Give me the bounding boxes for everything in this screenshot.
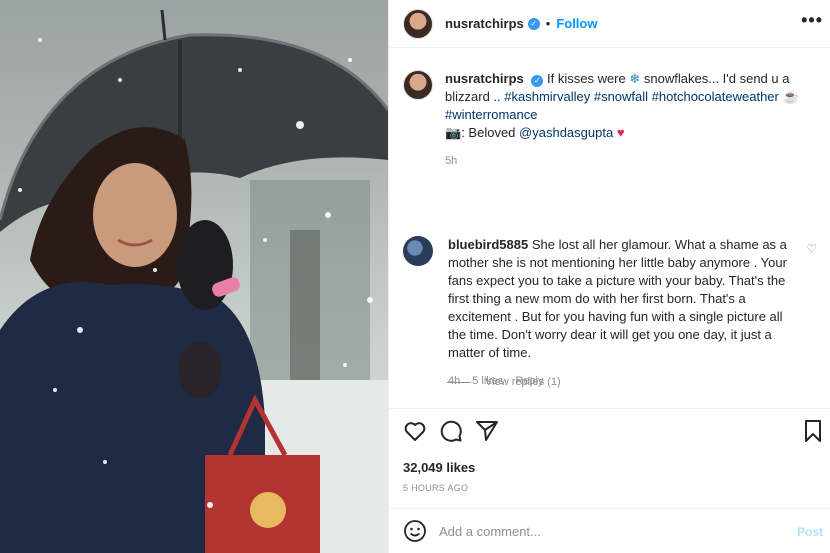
commenter-avatar[interactable]	[403, 236, 433, 266]
verified-badge-icon: ✓	[527, 17, 540, 30]
comment-composer: Post	[389, 508, 830, 553]
caption: nusratchirps ✓ If kisses were ❄ snowflak…	[403, 70, 823, 170]
photo-illustration	[0, 9, 388, 553]
post-photo[interactable]	[0, 0, 388, 553]
author-avatar[interactable]	[403, 8, 433, 39]
caption-text-1: If kisses were	[547, 71, 626, 86]
post-header: nusratchirps ✓ • Follow •••	[389, 0, 830, 48]
hot-drink-emoji-icon: ☕	[782, 89, 799, 104]
camera-emoji-icon: 📷	[445, 125, 462, 140]
caption-hashtags[interactable]: #kashmirvalley #snowfall #hotchocolatewe…	[504, 89, 779, 104]
emoji-smiley-icon[interactable]	[403, 519, 427, 543]
post-detail-panel: nusratchirps ✓ • Follow ••• nusratchirps…	[388, 0, 830, 553]
snowflake-emoji-icon: ❄	[629, 71, 641, 86]
comment-text: She lost all her glamour. What a shame a…	[448, 237, 787, 360]
view-replies-button[interactable]: View replies (1)	[447, 376, 561, 388]
verified-badge-icon: ✓	[531, 75, 544, 87]
action-icons	[403, 419, 499, 443]
replies-divider	[447, 381, 471, 383]
separator-dot: •	[545, 16, 551, 31]
post-timestamp[interactable]: 5 HOURS AGO	[403, 483, 468, 493]
comment-body: bluebird5885 She lost all her glamour. W…	[448, 236, 794, 390]
commenter-username[interactable]: bluebird5885	[448, 237, 528, 252]
author-username[interactable]: nusratchirps	[445, 16, 524, 31]
comment-input[interactable]	[439, 523, 779, 539]
share-paper-plane-icon[interactable]	[475, 419, 499, 443]
comment-item: bluebird5885 She lost all her glamour. W…	[403, 236, 823, 390]
comment-bubble-icon[interactable]	[439, 419, 463, 443]
action-bar: 32,049 likes 5 HOURS AGO	[389, 408, 830, 496]
follow-button[interactable]: Follow	[556, 16, 597, 31]
like-heart-icon[interactable]	[403, 419, 427, 443]
comment-like-heart-icon[interactable]: ♡	[806, 242, 817, 256]
caption-avatar[interactable]	[403, 70, 433, 100]
caption-time[interactable]: 5h	[445, 152, 821, 170]
caption-credit-prefix: Beloved	[468, 125, 516, 140]
save-bookmark-icon[interactable]	[801, 419, 825, 443]
view-replies-label: View replies (1)	[485, 376, 561, 388]
hashtag-winterromance[interactable]: #winterromance	[445, 107, 538, 122]
likes-count[interactable]: 32,049 likes	[403, 460, 475, 475]
more-options-icon[interactable]: •••	[801, 10, 823, 31]
caption-text: nusratchirps ✓ If kisses were ❄ snowflak…	[445, 70, 821, 170]
caption-username[interactable]: nusratchirps	[445, 71, 524, 86]
post-comment-button[interactable]: Post	[797, 525, 823, 539]
heart-emoji-icon: ♥	[616, 125, 625, 140]
mention-yashdasgupta[interactable]: @yashdasgupta	[519, 125, 613, 140]
